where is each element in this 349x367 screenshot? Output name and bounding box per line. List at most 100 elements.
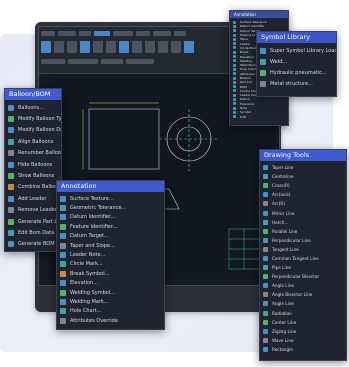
datum-icon	[60, 214, 66, 221]
menu-item[interactable]: Arc(axis)	[260, 190, 346, 199]
drawing-tools-title: Drawing Tools	[260, 150, 346, 161]
menu-item-label: Break Symbol...	[70, 270, 110, 277]
menu-item[interactable]: Show Balloons	[5, 170, 61, 181]
menu-item-icon	[233, 63, 236, 67]
menu-item[interactable]: Mirror Line	[260, 208, 346, 217]
menu-item-label: Welding Symbol...	[70, 289, 116, 296]
menu-item[interactable]: Angle Line	[260, 299, 346, 308]
hydraulic-icon	[260, 69, 266, 76]
menu-item[interactable]: Wave Line	[260, 336, 346, 345]
menu-item-icon	[233, 55, 236, 59]
ribbon-tool-buttons[interactable]	[41, 41, 194, 53]
combine-icon	[8, 184, 14, 191]
menu-item[interactable]: Align Balloons	[5, 136, 61, 147]
balloon-bom-menu: Balloon/BOM Balloons... Modify Balloon Ty…	[4, 88, 62, 252]
welding-mark-icon	[60, 298, 66, 305]
menu-item-icon	[233, 76, 236, 80]
menu-item[interactable]: Centreline	[260, 172, 346, 181]
menu-item[interactable]: Balloons...	[5, 102, 61, 113]
menu-item-label: Circle Mark...	[70, 261, 103, 268]
menu-item[interactable]: Rectangle	[260, 345, 346, 354]
menu-item[interactable]: Modify Balloon Type...	[5, 113, 61, 124]
menu-item-icon	[233, 102, 236, 106]
menu-item-label: Taper Line	[272, 165, 294, 171]
menu-item-icon	[233, 80, 236, 84]
menu-item[interactable]: Weld...	[257, 56, 336, 67]
hatch-icon	[263, 219, 268, 225]
part-list-icon	[8, 218, 14, 225]
menu-item[interactable]: Generate Part List	[5, 216, 61, 227]
menu-item[interactable]: Hole Chart...	[57, 307, 164, 316]
menu-item[interactable]: Welding Mark...	[57, 297, 164, 306]
menu-item[interactable]: Elevation...	[57, 279, 164, 288]
menu-item[interactable]: Edit Bom Data	[5, 227, 61, 238]
menu-item[interactable]: Welding Symbol...	[57, 288, 164, 297]
radiation-icon	[263, 310, 268, 316]
menu-item-label: Weld...	[270, 58, 288, 65]
menu-item-icon	[233, 93, 236, 97]
menu-item[interactable]: Remove Leader	[5, 205, 61, 216]
menu-item[interactable]: Pipe Line	[260, 263, 346, 272]
menu-item-icon	[233, 42, 236, 46]
menu-item[interactable]: Add Leader	[5, 193, 61, 204]
menu-item[interactable]: Generate BOM	[5, 239, 61, 250]
menu-item-label: Mirror Line	[272, 210, 295, 216]
menu-item-label: Common Tangent Line	[272, 255, 319, 261]
menu-item-icon	[233, 33, 236, 37]
menu-item[interactable]: Angle Bisector Line	[260, 290, 346, 299]
menu-item[interactable]: Attributes Override	[57, 316, 164, 325]
menu-item[interactable]: Hatch...	[260, 218, 346, 227]
surface-texture-icon	[60, 195, 66, 202]
menu-item[interactable]: Leader Note...	[57, 250, 164, 259]
menu-item[interactable]: Arc(R)	[260, 199, 346, 208]
menu-item[interactable]: Datum Target...	[57, 232, 164, 241]
angle-icon	[263, 283, 268, 289]
menu-item[interactable]: Edit	[230, 115, 288, 119]
menu-item[interactable]: Combine Balloons	[5, 182, 61, 193]
menu-item[interactable]: Zigzag Line	[260, 327, 346, 336]
menu-item-label: Arc(axis)	[272, 192, 291, 198]
menu-item[interactable]: Modify Balloon Data...	[5, 125, 61, 136]
menu-item[interactable]: Renumber Balloons	[5, 148, 61, 159]
menu-item[interactable]: Cross(R)	[260, 181, 346, 190]
bisector-icon	[263, 274, 268, 280]
menu-item[interactable]: Parallel Line	[260, 227, 346, 236]
menu-item-label: Attributes Override	[70, 317, 118, 324]
balloon-icon	[8, 104, 14, 111]
menu-item[interactable]: Perpendicular Line	[260, 236, 346, 245]
rectangle-icon	[263, 346, 268, 352]
menu-item-label: Hydraulic pneumatic...	[270, 69, 327, 76]
menu-item-icon	[233, 46, 236, 50]
menu-item[interactable]: Surface Texture...	[57, 194, 164, 203]
symbol-library-menu: Symbol Library Super Symbol Library Load…	[256, 31, 337, 97]
menu-item-label: Surface Texture...	[70, 195, 114, 202]
show-icon	[8, 173, 14, 180]
menu-item[interactable]: Datum Identifier...	[57, 213, 164, 222]
menu-item[interactable]: Taper and Slope...	[57, 241, 164, 250]
menu-item[interactable]: Taper Line	[260, 163, 346, 172]
menu-item[interactable]: Hydraulic pneumatic...	[257, 67, 336, 78]
menu-item[interactable]: Radiation	[260, 309, 346, 318]
elevation-icon	[60, 280, 66, 287]
menu-item[interactable]: Center Line	[260, 318, 346, 327]
menu-item[interactable]: Metal structure...	[257, 78, 336, 89]
arc-axis-icon	[263, 192, 268, 198]
attributes-icon	[60, 317, 66, 324]
menu-item[interactable]: Geometric Tolerance...	[57, 203, 164, 212]
menu-item-label: Renumber Balloons	[18, 150, 61, 157]
menu-item-label: Modify Balloon Data...	[18, 127, 61, 134]
menu-item-label: Welding Mark...	[70, 298, 109, 305]
menu-item[interactable]: Hide Balloons	[5, 159, 61, 170]
menu-item[interactable]: Break Symbol...	[57, 269, 164, 278]
menu-item[interactable]: Super Symbol Library Load...	[257, 45, 336, 56]
menu-item[interactable]: Perpendicular Bisector	[260, 272, 346, 281]
menu-item-icon	[233, 37, 236, 41]
menu-item-label: Hatch...	[272, 219, 289, 225]
menu-item[interactable]: Feature Identifier...	[57, 222, 164, 231]
generate-bom-icon	[8, 241, 14, 248]
menu-item[interactable]: Circle Mark...	[57, 260, 164, 269]
menu-item[interactable]: Angle Line	[260, 281, 346, 290]
menu-item[interactable]: Tangent Line	[260, 245, 346, 254]
ribbon-tabs[interactable]	[41, 31, 186, 36]
menu-item[interactable]: Common Tangent Line	[260, 254, 346, 263]
